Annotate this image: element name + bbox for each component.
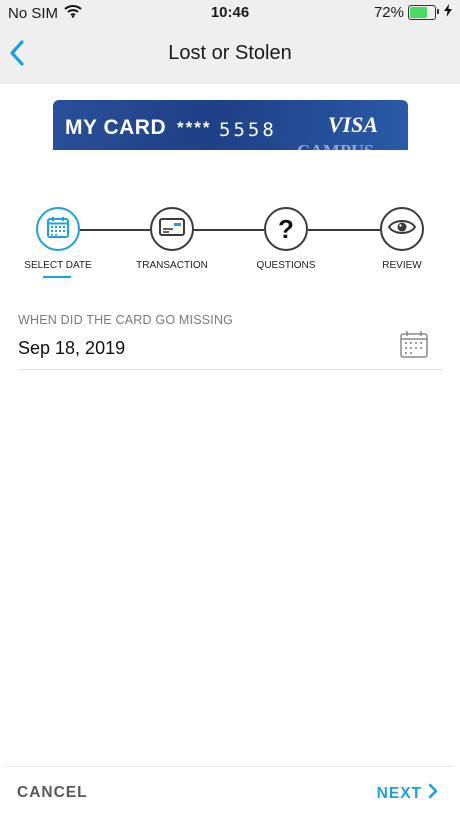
question-mark-icon: ? [278,214,294,244]
step-connector [194,229,264,231]
page-title: Lost or Stolen [168,42,292,64]
battery-icon [408,5,439,20]
next-button[interactable]: NEXT [377,783,438,804]
card-name: MY CARD [65,116,167,139]
battery-level-fill [410,7,428,18]
step-select-date[interactable] [36,207,80,251]
step-label-transaction: TRANSACTION [136,260,208,271]
active-step-indicator [43,276,71,278]
status-bar: No SIM 10:46 72% [0,0,460,26]
field-divider [18,369,442,370]
nav-bar: Lost or Stolen [0,26,460,84]
card-image: MY CARD **** 5558 VISA CAMPUS [53,100,408,150]
footer-divider [6,766,454,767]
step-transaction[interactable] [150,207,194,251]
date-field-label: WHEN DID THE CARD GO MISSING [18,313,234,327]
step-connector [308,229,380,231]
step-connector [80,229,150,231]
calendar-icon [399,331,429,363]
next-button-label: NEXT [376,784,422,802]
card-campus-text: CAMPUS [297,141,374,150]
card-brand-logo: VISA [327,112,378,137]
status-right: 72% [374,4,452,21]
date-field-value[interactable]: Sep 18, 2019 [18,338,125,359]
step-review[interactable] [380,207,424,251]
charging-bolt-icon [444,4,452,21]
credit-card-icon [159,217,185,242]
progress-stepper: SELECT DATE TRANSACTION ? QUESTIONS REVI… [0,200,460,290]
card-number-mask: **** [177,118,212,137]
chevron-right-icon [428,783,438,804]
step-label-questions: QUESTIONS [256,260,316,271]
battery-percent: 72% [373,4,404,21]
step-label-review: REVIEW [382,260,422,271]
card-last-four: 5558 [219,119,277,141]
eye-icon [387,218,417,241]
step-questions[interactable]: ? [264,207,308,251]
cancel-button[interactable]: CANCEL [17,784,88,802]
date-picker-button[interactable] [399,329,431,359]
step-label-select-date: SELECT DATE [24,260,92,271]
calendar-icon [46,215,70,244]
